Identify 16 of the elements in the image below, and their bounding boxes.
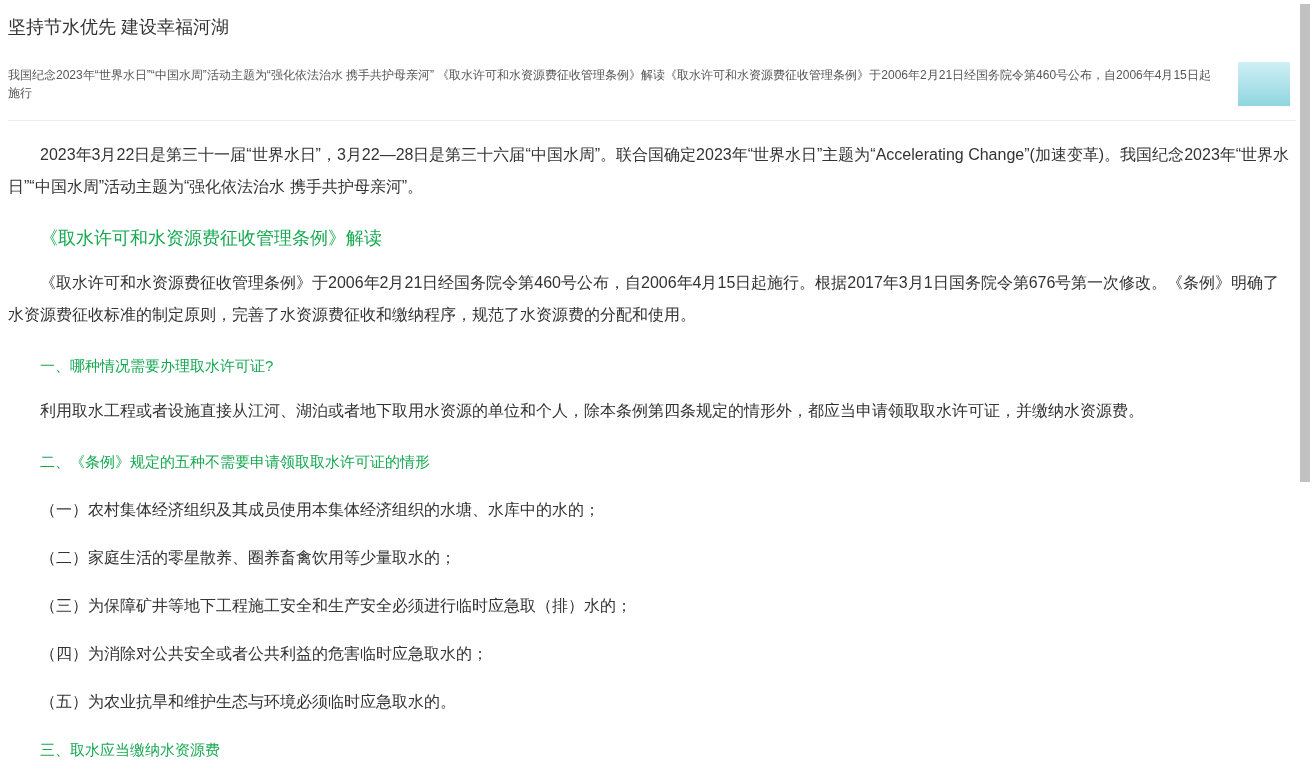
list-item: （二）家庭生活的零星散养、圈养畜禽饮用等少量取水的； [39,548,457,568]
list-item: （一）农村集体经济组织及其成员使用本集体经济组织的水塘、水库中的水的； [39,500,601,520]
section-heading: 三、取水应当缴纳水资源费 [39,740,221,760]
body-paragraph: 《取水许可和水资源费征收管理条例》于2006年2月21日经国务院令第460号公布，自2006年4月15日起施行。根据2017年3月1日国务院令第676号第一次修改。《条例》明确了水资源费征收标准的制定原则，完善了水资源费征收和缴纳程序，规范了水资源费的分配和使用。 [8,273,1281,325]
section-heading: 二、《条例》规定的五种不需要申请领取取水许可证的情形 [39,452,431,472]
list-item: （五）为农业抗旱和维护生态与环境必须临时应急取水的。 [39,692,457,712]
list-item: （三）为保障矿井等地下工程施工安全和生产安全必须进行临时应急取（排）水的； [39,596,633,616]
body-paragraph: 2023年3月22日是第三十一届“世界水日”，3月22—28日是第三十六届“中国水周”。联合国确定2023年“世界水日”主题为“Accelerating Change”(加速变革)。我国纪念2023年“世界水日”“中国水周”活动主题为“强化依法治水 携手共护母亲河”。 [8,145,1291,197]
section-title: 《取水许可和水资源费征收管理条例》解读 [39,227,383,250]
article-summary: 我国纪念2023年“世界水日”“中国水周”活动主题为“强化依法治水 携手共护母亲河” 《取水许可和水资源费征收管理条例》解读《取水许可和水资源费征收管理条例》于2006年2月21日经国务院令第460号公布，自2006年4月15日起施行 [8,67,1212,102]
thumbnail-image[interactable] [1238,62,1290,106]
list-item: （四）为消除对公共安全或者公共利益的危害临时应急取水的； [39,644,489,664]
scrollbar-thumb[interactable] [1300,4,1310,482]
section-heading: 一、哪种情况需要办理取水许可证? [39,356,275,376]
body-paragraph: 利用取水工程或者设施直接从江河、湖泊或者地下取用水资源的单位和个人，除本条例第四条规定的情形外，都应当申请领取取水许可证，并缴纳水资源费。 [39,401,1145,421]
article-title: 坚持节水优先 建设幸福河湖 [8,16,230,39]
